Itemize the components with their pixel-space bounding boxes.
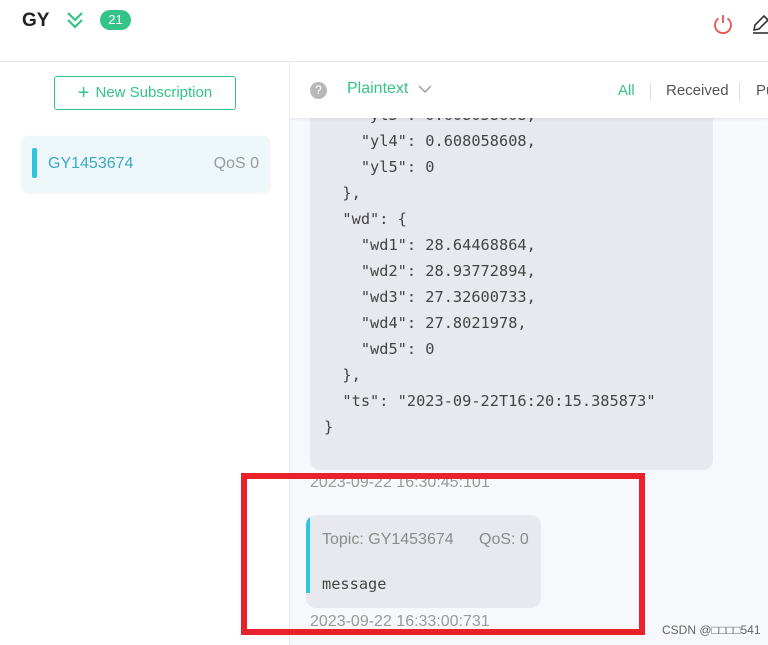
messages-toolbar: ? Plaintext All Received Pu xyxy=(290,62,768,118)
connection-header: GY 21 xyxy=(0,0,768,62)
new-subscription-button[interactable]: + New Subscription xyxy=(54,76,236,110)
subscription-topic: GY1453674 xyxy=(48,155,134,172)
filter-received-tab[interactable]: Received xyxy=(666,82,729,99)
message-count-badge: 21 xyxy=(100,10,131,30)
message-bubble: "yl3": 0.608058608, "yl4": 0.608058608, … xyxy=(310,62,713,470)
divider xyxy=(739,82,740,101)
divider xyxy=(650,82,651,101)
new-subscription-label: New Subscription xyxy=(95,84,213,101)
plus-icon: + xyxy=(77,82,90,104)
watermark: CSDN @□□□□541 xyxy=(662,623,761,637)
subscription-item[interactable]: GY1453674 QoS 0 xyxy=(22,136,270,192)
filter-published-tab[interactable]: Pu xyxy=(756,82,768,99)
edit-icon[interactable] xyxy=(751,12,768,36)
filter-all-tab[interactable]: All xyxy=(618,82,635,99)
power-icon[interactable] xyxy=(712,13,734,35)
help-icon[interactable]: ? xyxy=(310,82,327,99)
chevron-down-icon[interactable] xyxy=(418,84,432,94)
subscription-qos: QoS 0 xyxy=(213,155,259,172)
chevrons-down-icon[interactable] xyxy=(64,9,86,31)
message-payload: "yl3": 0.608058608, "yl4": 0.608058608, … xyxy=(324,106,656,436)
connection-name: GY xyxy=(22,10,50,31)
payload-format-select[interactable]: Plaintext xyxy=(347,80,408,98)
highlight-box xyxy=(241,473,645,635)
subscription-color-bar xyxy=(32,148,37,178)
